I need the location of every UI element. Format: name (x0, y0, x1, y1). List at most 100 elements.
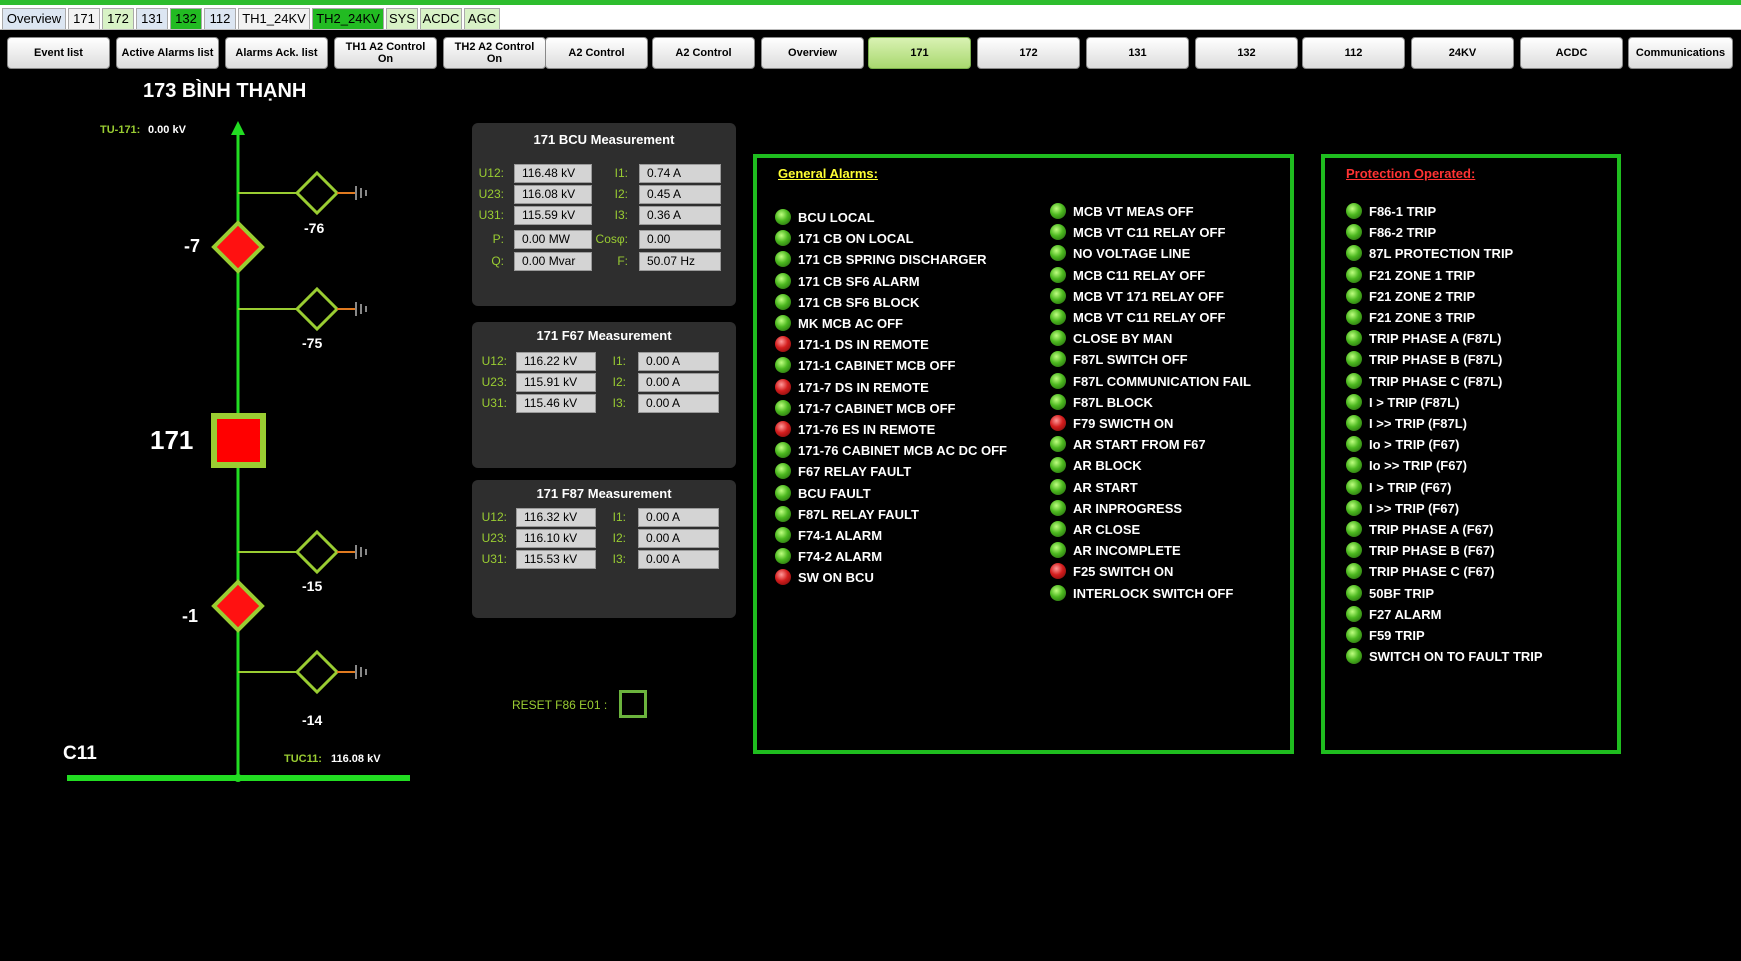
green-indicator-led (775, 230, 791, 247)
green-indicator-led (1346, 457, 1362, 474)
alarm-label: 87L PROTECTION TRIP (1369, 246, 1514, 262)
green-indicator-led (1346, 330, 1362, 347)
green-indicator-led (1346, 372, 1362, 389)
bcu-value: 0.00 MW (514, 230, 592, 249)
tab-172[interactable]: 172 (102, 8, 134, 29)
earth-switch-15[interactable] (238, 529, 367, 575)
nav-24kv-button[interactable]: 24KV (1411, 37, 1514, 69)
f67-measurement-panel: 171 F67 Measurement U12: 116.22 kV I1: 0… (472, 322, 736, 468)
alarm-label: MK MCB AC OFF (798, 316, 903, 331)
alarm-label: Io >> TRIP (F67) (1369, 458, 1468, 474)
nav-a2-control-button-1[interactable]: A2 Control (545, 37, 648, 69)
alarm-label: F87L COMMUNICATION FAIL (1073, 373, 1251, 389)
green-indicator-led (1050, 351, 1066, 368)
nav-th1-a2-control-button[interactable]: TH1 A2 Control On (334, 37, 437, 69)
nav-131-button[interactable]: 131 (1086, 37, 1189, 69)
tab-sys[interactable]: SYS (386, 8, 418, 29)
nav-a2-control-button-2[interactable]: A2 Control (652, 37, 755, 69)
tab-171[interactable]: 171 (68, 8, 100, 29)
red-indicator-led (775, 421, 791, 437)
f87-value: 0.00 A (638, 550, 719, 569)
bcu-label: I2: (614, 187, 628, 201)
tab-132[interactable]: 132 (170, 8, 202, 29)
protection-operated-box: Protection Operated: F86-1 TRIP F86-2 TRI… (1321, 154, 1621, 754)
reset-f86-label: RESET F86 E01 : (512, 698, 608, 712)
red-indicator-led (1050, 563, 1066, 580)
green-indicator-led (1050, 521, 1066, 537)
green-indicator-led (1050, 266, 1066, 283)
alarm-label: SWITCH ON TO FAULT TRIP (1369, 649, 1543, 665)
f67-measurement-title: 171 F67 Measurement (536, 328, 672, 343)
green-indicator-led (1346, 203, 1362, 219)
f87-measurement-title: 171 F87 Measurement (536, 486, 672, 501)
f67-label: U23: (481, 375, 507, 389)
nav-112-button[interactable]: 112 (1302, 37, 1405, 69)
tab-acdc[interactable]: ACDC (420, 8, 462, 29)
alarm-label: F79 SWICTH ON (1073, 416, 1174, 431)
tuc-value: 116.08 kV (331, 753, 381, 765)
red-indicator-led (775, 378, 791, 395)
alarm-label: I > TRIP (F67) (1369, 479, 1452, 495)
green-indicator-led (775, 293, 791, 310)
alarm-label: I >> TRIP (F67) (1369, 500, 1460, 516)
alarm-label: F21 ZONE 2 TRIP (1369, 288, 1476, 304)
disconnector-7[interactable] (211, 220, 265, 274)
green-indicator-led (1050, 542, 1066, 559)
alarm-label: INTERLOCK SWITCH OFF (1073, 585, 1234, 601)
nav-th2-a2-control-button[interactable]: TH2 A2 Control On (443, 37, 546, 69)
tab-112[interactable]: 112 (204, 8, 236, 29)
f67-label: U31: (481, 396, 507, 410)
nav-alarms-ack-button[interactable]: Alarms Ack. list (225, 37, 328, 69)
bcu-measurement-title: 171 BCU Measurement (533, 132, 675, 147)
green-indicator-led (1346, 605, 1362, 622)
nav-acdc-button[interactable]: ACDC (1520, 37, 1623, 69)
nav-132-button[interactable]: 132 (1195, 37, 1298, 69)
reset-f86-button[interactable] (619, 690, 647, 718)
tab-th2-24kv[interactable]: TH2_24KV (312, 8, 384, 29)
tuc-label: TUC11: (284, 753, 322, 765)
bcu-label: U23: (478, 187, 504, 201)
earth-switch-75[interactable] (238, 286, 367, 332)
earth-switch-75-label: -75 (302, 335, 323, 351)
circuit-breaker-171[interactable] (211, 413, 266, 468)
disconnector-1[interactable] (211, 579, 265, 633)
breaker-171-label: 171 (150, 425, 194, 455)
tab-overview[interactable]: Overview (2, 8, 66, 29)
f67-value: 115.46 kV (516, 394, 596, 413)
green-indicator-led (1346, 648, 1362, 665)
nav-active-alarms-button[interactable]: Active Alarms list (116, 37, 219, 69)
nav-event-list-button[interactable]: Event list (7, 37, 110, 69)
alarm-label: F86-2 TRIP (1369, 225, 1437, 241)
f87-value: 0.00 A (638, 529, 719, 548)
earth-switch-76[interactable] (238, 170, 367, 216)
green-indicator-led (1346, 521, 1362, 537)
nav-172-button[interactable]: 172 (977, 37, 1080, 69)
green-indicator-led (775, 463, 791, 480)
green-indicator-led (775, 442, 791, 459)
green-indicator-led (775, 315, 791, 331)
f67-label: I1: (612, 354, 626, 368)
green-indicator-led (1346, 309, 1362, 325)
alarm-label: F74-1 ALARM (798, 528, 883, 543)
tab-th1-24kv[interactable]: TH1_24KV (238, 8, 310, 29)
bcu-value: 116.08 kV (514, 185, 592, 204)
nav-overview-button[interactable]: Overview (761, 37, 864, 69)
alarm-label: MCB VT C11 RELAY OFF (1073, 310, 1226, 325)
green-indicator-led (1050, 224, 1066, 241)
green-indicator-led (1050, 372, 1066, 389)
green-indicator-led (1050, 309, 1066, 325)
tab-agc[interactable]: AGC (464, 8, 500, 29)
alarm-label: I >> TRIP (F87L) (1369, 416, 1468, 431)
f87-value: 116.10 kV (516, 529, 596, 548)
alarm-label: 171-76 CABINET MCB AC DC OFF (798, 443, 1007, 459)
nav-button-bar: Event list Active Alarms list Alarms Ack… (0, 30, 1741, 75)
nav-171-button[interactable]: 171 (868, 37, 971, 69)
nav-communications-button[interactable]: Communications (1628, 37, 1733, 69)
f87-value: 115.53 kV (516, 550, 596, 569)
tab-131[interactable]: 131 (136, 8, 168, 29)
red-indicator-led (775, 336, 791, 353)
alarm-label: TRIP PHASE B (F87L) (1369, 352, 1503, 368)
f87-label: I1: (612, 510, 626, 524)
earth-switch-14[interactable] (238, 649, 367, 695)
bcu-measurement-panel: 171 BCU Measurement U12: 116.48 kV I1: 0… (472, 123, 736, 306)
